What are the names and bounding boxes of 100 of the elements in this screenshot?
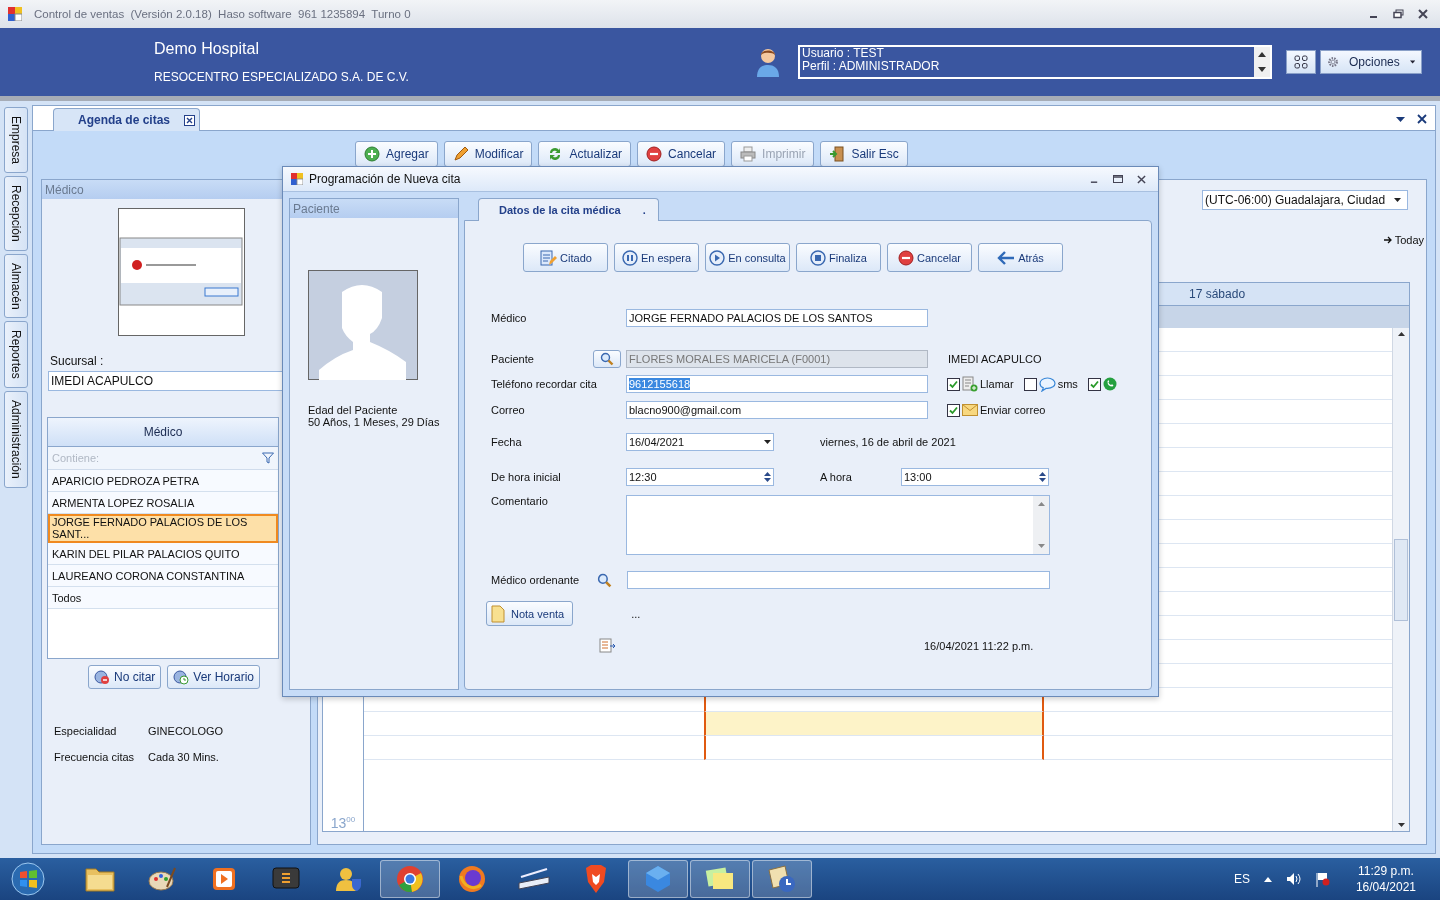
document-arrow-icon[interactable]: [599, 638, 616, 653]
app-icon: [8, 7, 22, 21]
document-icon: [491, 604, 505, 623]
funnel-icon[interactable]: [262, 452, 274, 464]
cancel-icon: [646, 146, 663, 162]
sales-note-button[interactable]: Nota venta: [486, 601, 574, 626]
caret-up-icon[interactable]: [1263, 876, 1272, 882]
document-tab[interactable]: Agenda de citas: [53, 108, 201, 131]
scroll-down-icon[interactable]: [1258, 67, 1266, 72]
doctor-list-item[interactable]: Todos: [48, 587, 278, 609]
spinner-icon[interactable]: [1039, 472, 1046, 482]
doctor-field[interactable]: JORGE FERNADO PALACIOS DE LOS SANTOS: [626, 309, 928, 327]
comment-field[interactable]: [626, 495, 1050, 555]
plus-icon: [364, 146, 380, 162]
panel-header: Paciente: [290, 199, 458, 218]
doctor-list-item[interactable]: KARIN DEL PILAR PALACIOS QUITO: [48, 543, 278, 565]
checkbox[interactable]: [1023, 377, 1037, 391]
today-link[interactable]: Today: [1383, 234, 1424, 246]
scrollbar[interactable]: [1392, 328, 1409, 831]
reminder-label: Llamar: [980, 378, 1014, 390]
timestamp: 16/04/2021 11:22 p.m.: [924, 639, 1034, 652]
close-icon[interactable]: [1417, 114, 1427, 124]
caret-icon[interactable]: [764, 440, 771, 444]
apps-grid-button[interactable]: [1286, 50, 1316, 74]
send-email-label: Enviar correo: [980, 404, 1046, 416]
form-tab[interactable]: Datos de la cita médica .: [478, 198, 659, 221]
close-icon[interactable]: [184, 114, 196, 126]
taskbar-button[interactable]: [690, 860, 750, 898]
grid-icon: [1294, 55, 1308, 69]
start-time-field[interactable]: 12:30: [626, 468, 774, 486]
checkbox[interactable]: [947, 377, 960, 391]
browser-icon: [395, 864, 425, 894]
language-indicator[interactable]: ES: [1233, 872, 1250, 886]
field-label: Comentario: [490, 495, 549, 507]
timezone-dropdown[interactable]: (UTC-06:00) Guadalajara, Ciudad: [1202, 190, 1408, 210]
clock-date[interactable]: 16/04/2021: [1355, 879, 1416, 895]
detail-label: Frecuencia citas: [54, 751, 136, 763]
status-button[interactable]: Finaliza: [796, 243, 881, 272]
doctor-list-item[interactable]: LAUREANO CORONA CONSTANTINA: [48, 565, 278, 587]
branch-name: IMEDI ACAPULCO: [948, 353, 1042, 365]
panel-button[interactable]: No citar: [88, 665, 162, 689]
email-field[interactable]: blacno900@gmail.com: [626, 401, 928, 419]
close-icon[interactable]: [1418, 9, 1428, 19]
maximize-icon[interactable]: [1113, 174, 1123, 184]
taskbar-button[interactable]: [752, 860, 812, 898]
company-name: Demo Hospital: [154, 40, 260, 58]
search-icon[interactable]: [597, 572, 612, 588]
scroll-thumb[interactable]: [1394, 538, 1408, 621]
notepad-icon: [539, 248, 558, 267]
scroll-up-icon[interactable]: [1397, 332, 1405, 336]
date-field[interactable]: 16/04/2021: [626, 433, 774, 451]
user-shield-icon: [333, 865, 363, 893]
scroll-down-icon[interactable]: [1397, 823, 1405, 827]
phone-field[interactable]: 9612155618: [626, 375, 928, 393]
clock-time[interactable]: 11:29 p.m.: [1358, 863, 1414, 879]
filter-field[interactable]: Contiene:: [48, 447, 278, 470]
caret-icon: [1394, 198, 1401, 202]
side-tab[interactable]: Recepción: [4, 176, 28, 251]
status-button[interactable]: En espera: [614, 243, 699, 272]
toolbar-button[interactable]: Salir Esc: [820, 141, 908, 167]
toolbar-button[interactable]: Agregar: [355, 141, 438, 167]
play-button-icon: [211, 866, 237, 892]
doctor-list-item[interactable]: ARMENTA LOPEZ ROSALIA: [48, 492, 278, 514]
doctor-list-item[interactable]: APARICIO PEDROZA PETRA: [48, 470, 278, 492]
company-subtitle: RESOCENTRO ESPECIALIZADO S.A. DE C.V.: [154, 70, 410, 84]
flag-icon[interactable]: [1315, 871, 1330, 887]
side-tab[interactable]: Administración: [4, 391, 28, 488]
speaker-icon[interactable]: [1285, 872, 1302, 886]
pencil-icon: [452, 146, 469, 162]
scroll-up-icon[interactable]: [1258, 52, 1266, 57]
filter-input[interactable]: Contiene:: [52, 452, 262, 464]
side-tab[interactable]: Empresa: [4, 107, 28, 174]
restore-icon[interactable]: [1393, 9, 1404, 19]
ordering-doctor-field[interactable]: [627, 571, 1050, 589]
options-button[interactable]: Opciones: [1320, 50, 1422, 74]
status-button[interactable]: Citado: [523, 243, 608, 272]
checkbox[interactable]: [947, 403, 960, 417]
list-header: Médico: [48, 418, 278, 447]
side-tab[interactable]: Almacén: [4, 253, 28, 319]
status-button[interactable]: Atrás: [978, 243, 1063, 272]
status-button[interactable]: Cancelar: [887, 243, 972, 272]
scanner-icon: [517, 867, 551, 891]
printer-icon: [740, 146, 757, 162]
toolbar-button[interactable]: Actualizar: [538, 141, 632, 167]
field-label: Teléfono recordar cita: [490, 378, 598, 390]
dialog-title: Programación de Nueva cita: [309, 172, 461, 186]
status-button[interactable]: En consulta: [705, 243, 790, 272]
spinner-icon[interactable]: [764, 472, 771, 482]
end-time-field[interactable]: 13:00: [901, 468, 1049, 486]
doctor-list-item[interactable]: JORGE FERNADO PALACIOS DE LOS SANT...: [48, 514, 278, 543]
toolbar-button[interactable]: Modificar: [443, 141, 533, 167]
close-icon[interactable]: [1137, 174, 1146, 184]
checkbox[interactable]: [1087, 377, 1101, 391]
panel-button[interactable]: Ver Horario: [167, 665, 261, 689]
field-label: Médico ordenante: [490, 574, 581, 586]
toolbar-button[interactable]: Cancelar: [637, 141, 726, 167]
envelope-icon: [962, 404, 978, 416]
search-button[interactable]: [593, 350, 621, 368]
side-tab[interactable]: Reportes: [4, 321, 28, 389]
dropdown-arrow-icon[interactable]: [1396, 116, 1405, 122]
